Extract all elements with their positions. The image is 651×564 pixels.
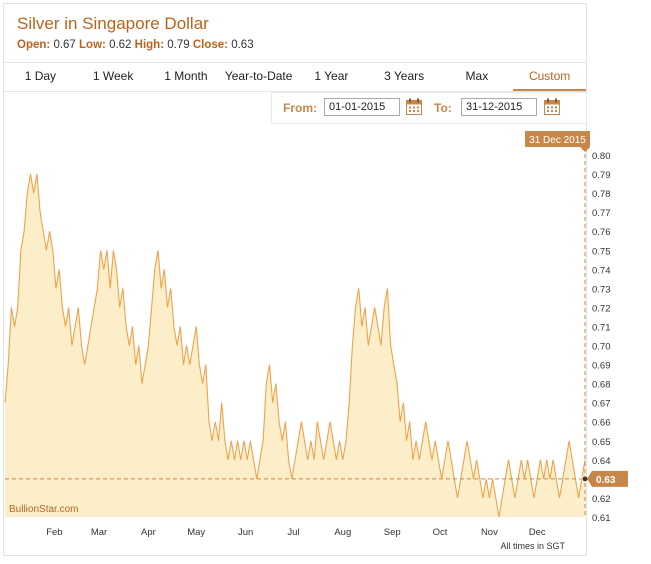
x-tick-label: Jun — [238, 527, 253, 538]
y-tick-label: 0.66 — [592, 418, 611, 429]
crosshair-value-label: 0.63 — [596, 475, 616, 486]
y-tick-label: 0.80 — [592, 151, 611, 162]
x-tick-label: Feb — [46, 527, 62, 538]
y-tick-label: 0.77 — [592, 208, 611, 219]
x-tick-label: Nov — [481, 527, 498, 538]
y-tick-label: 0.61 — [592, 513, 611, 524]
price-chart: 0.80 0.79 0.78 0.77 0.76 0.75 0.74 0.73 0.72 0.71… — [4, 131, 628, 551]
x-tick-label: Aug — [334, 527, 351, 538]
y-tick-label: 0.76 — [592, 227, 611, 238]
x-tick-label: Oct — [433, 527, 448, 538]
series-area — [5, 174, 585, 517]
y-tick-label: 0.68 — [592, 380, 611, 391]
y-tick-label: 0.73 — [592, 284, 611, 295]
y-tick-label: 0.65 — [592, 437, 611, 448]
crosshair-date-label: 31 Dec 2015 — [529, 135, 586, 146]
chart-credit: BullionStar.com — [9, 504, 78, 515]
y-tick-label: 0.78 — [592, 189, 611, 200]
x-tick-label: Jul — [287, 527, 299, 538]
x-tick-label: Sep — [384, 527, 401, 538]
y-tick-label: 0.64 — [592, 456, 611, 467]
y-tick-label: 0.62 — [592, 494, 611, 505]
y-tick-label: 0.69 — [592, 361, 611, 372]
y-tick-label: 0.70 — [592, 342, 611, 353]
y-tick-label: 0.71 — [592, 322, 611, 333]
y-tick-label: 0.67 — [592, 399, 611, 410]
x-tick-label: Mar — [91, 527, 107, 538]
y-tick-label: 0.79 — [592, 170, 611, 181]
y-tick-label: 0.74 — [592, 265, 611, 276]
timezone-note: All times in SGT — [500, 541, 565, 551]
x-tick-label: Apr — [141, 527, 156, 538]
y-tick-label: 0.72 — [592, 303, 611, 314]
x-tick-label: May — [187, 527, 205, 538]
crosshair-date-pointer — [580, 147, 590, 152]
x-tick-label: Dec — [529, 527, 546, 538]
y-tick-label: 0.75 — [592, 246, 611, 257]
